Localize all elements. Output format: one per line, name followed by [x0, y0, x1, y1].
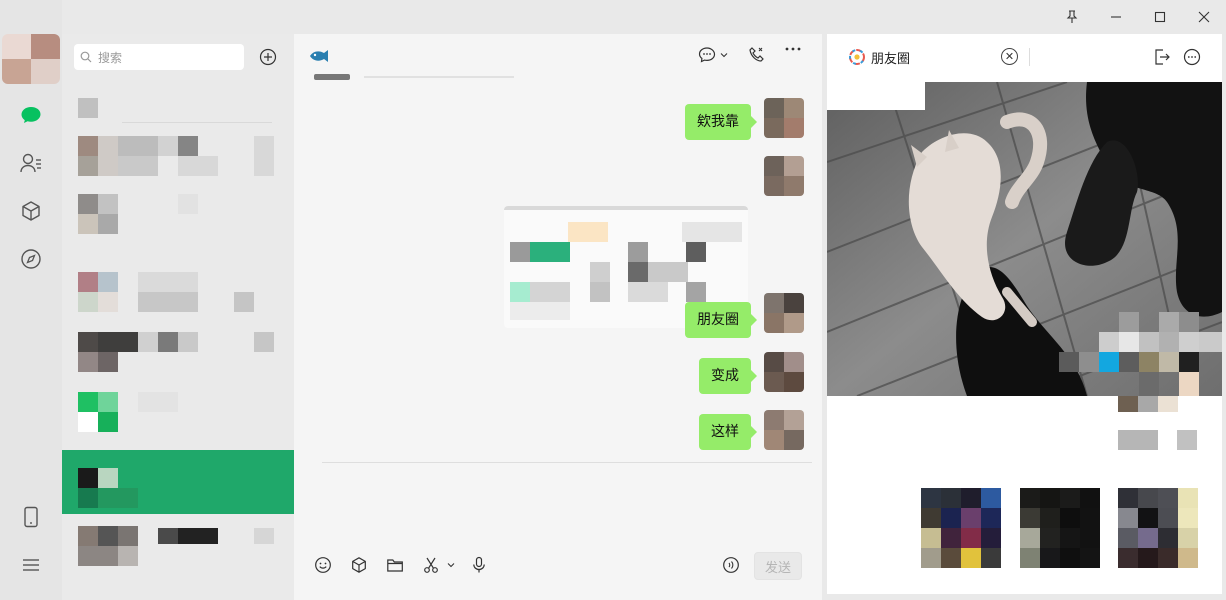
moments-icon — [849, 49, 865, 65]
input-divider — [322, 462, 812, 463]
moments-thumbnail[interactable] — [921, 488, 1001, 568]
chat-avatar-icon[interactable] — [308, 46, 330, 66]
scissors-icon — [424, 557, 438, 573]
moments-thumbnail[interactable] — [1118, 488, 1198, 568]
discover-icon — [21, 249, 41, 269]
screenshot-button[interactable] — [418, 552, 444, 578]
list-item[interactable] — [62, 330, 294, 388]
chevron-down-icon — [447, 563, 455, 568]
search-placeholder: 搜索 — [98, 50, 123, 65]
open-window-button[interactable] — [1153, 48, 1171, 70]
list-item[interactable] — [62, 390, 294, 448]
list-item[interactable] — [62, 192, 294, 250]
voice-to-text-button[interactable] — [718, 552, 744, 578]
phone-icon — [24, 506, 38, 528]
minimize-button[interactable] — [1094, 0, 1138, 34]
screenshot-options-button[interactable] — [444, 552, 458, 578]
tab-moments[interactable]: 朋友圈 — [849, 46, 910, 68]
tab-moments-label: 朋友圈 — [871, 51, 911, 67]
message-bubble[interactable]: 欸我靠 — [685, 104, 757, 140]
message-bubble[interactable]: 朋友圈 — [685, 302, 757, 338]
folder-icon — [387, 559, 403, 572]
sender-avatar[interactable] — [764, 156, 804, 196]
nav-rail — [0, 0, 62, 600]
favorites-button[interactable] — [346, 552, 372, 578]
voice-wave-icon — [723, 557, 739, 573]
moments-thumbnail[interactable] — [1020, 488, 1100, 568]
moments-panel: 朋友圈 ✕ — [827, 34, 1222, 594]
close-button[interactable] — [1182, 0, 1226, 34]
phone-nav-button[interactable] — [18, 504, 44, 530]
contacts-nav-button[interactable] — [18, 150, 44, 176]
tab-separator — [1029, 48, 1030, 66]
message-bubble[interactable]: 变成 — [699, 358, 757, 394]
maximize-icon — [1154, 11, 1166, 23]
fish-icon — [310, 50, 328, 62]
phone-call-icon — [749, 47, 764, 62]
list-item-active[interactable] — [62, 450, 294, 514]
file-button[interactable] — [382, 552, 408, 578]
moments-cover-photo[interactable] — [827, 82, 1222, 396]
input-toolbar — [310, 552, 492, 578]
more-circle-icon — [1183, 48, 1201, 66]
list-item[interactable] — [62, 270, 294, 328]
close-icon: ✕ — [1004, 50, 1015, 63]
close-tab-button[interactable]: ✕ — [1001, 48, 1018, 65]
microphone-icon — [473, 556, 485, 573]
menu-icon — [23, 559, 39, 571]
maximize-button[interactable] — [1138, 0, 1182, 34]
cube-icon — [352, 557, 366, 573]
message-input[interactable] — [322, 466, 812, 546]
list-item[interactable] — [62, 134, 294, 192]
exit-icon — [1155, 49, 1170, 65]
plus-circle-icon — [259, 48, 277, 66]
sender-avatar[interactable] — [764, 293, 804, 333]
sender-avatar[interactable] — [764, 98, 804, 138]
call-button[interactable] — [748, 46, 766, 64]
sender-avatar[interactable] — [764, 410, 804, 450]
message-area: 欸我靠 朋友圈 变成 这样 — [294, 74, 822, 464]
pin-button[interactable] — [1050, 0, 1094, 34]
contacts-icon — [20, 153, 41, 173]
chat-nav-button[interactable] — [18, 102, 44, 128]
session-list: 搜索 — [62, 34, 294, 600]
emoji-icon — [315, 557, 331, 573]
favorites-icon — [22, 201, 40, 221]
cat-photo — [827, 82, 1222, 396]
menu-nav-button[interactable] — [18, 552, 44, 578]
more-dots-icon — [785, 47, 801, 51]
voice-button[interactable] — [466, 552, 492, 578]
emoji-button[interactable] — [310, 552, 336, 578]
favorites-nav-button[interactable] — [18, 198, 44, 224]
pin-icon — [1066, 10, 1078, 23]
chat-icon — [21, 107, 41, 123]
add-button[interactable] — [257, 46, 279, 68]
chat-panel: 欸我靠 朋友圈 变成 这样 发送 — [294, 34, 822, 600]
more-options-button[interactable] — [1183, 48, 1201, 70]
sender-avatar[interactable] — [764, 352, 804, 392]
more-button[interactable] — [784, 46, 802, 52]
chat-bubble-icon — [698, 47, 716, 63]
minimize-icon — [1111, 16, 1121, 18]
chevron-down-icon — [720, 53, 728, 58]
discover-nav-button[interactable] — [18, 246, 44, 272]
send-button[interactable]: 发送 — [754, 552, 802, 580]
search-input[interactable]: 搜索 — [74, 44, 244, 70]
avatar[interactable] — [2, 34, 60, 84]
list-item[interactable] — [62, 524, 294, 582]
close-icon — [1198, 11, 1210, 23]
voice-input-tool — [718, 552, 744, 578]
chat-more-menu[interactable] — [698, 46, 728, 64]
search-icon — [80, 51, 92, 63]
message-bubble[interactable]: 这样 — [699, 414, 757, 450]
